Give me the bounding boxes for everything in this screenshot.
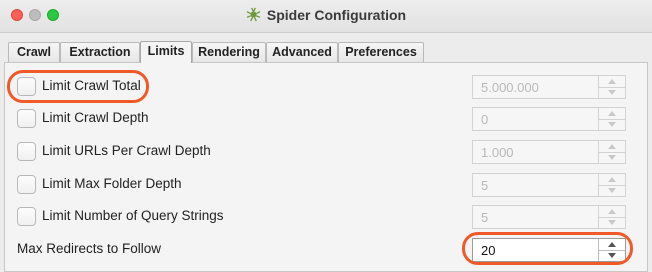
max-redirects-label: Max Redirects to Follow bbox=[17, 241, 162, 256]
limit-query-strings-label: Limit Number of Query Strings bbox=[42, 208, 224, 223]
limit-query-strings-checkbox[interactable] bbox=[17, 207, 36, 226]
increment-arrow-icon bbox=[608, 144, 616, 149]
limit-crawl-total-stepper bbox=[598, 76, 625, 98]
increment-arrow-icon bbox=[608, 111, 616, 116]
tab-limits[interactable]: Limits bbox=[140, 41, 192, 63]
tab-rendering[interactable]: Rendering bbox=[192, 42, 266, 62]
max-redirects-spinbox[interactable]: 20 bbox=[472, 238, 626, 262]
limit-query-strings-row: Limit Number of Query Strings 5 bbox=[0, 201, 652, 233]
tab-preferences[interactable]: Preferences bbox=[338, 42, 424, 62]
limit-urls-per-depth-stepper bbox=[598, 141, 625, 163]
limit-max-folder-depth-row: Limit Max Folder Depth 5 bbox=[0, 169, 652, 201]
max-redirects-stepper bbox=[598, 239, 625, 261]
limit-crawl-total-spinbox[interactable]: 5.000.000 bbox=[472, 75, 626, 99]
limit-urls-per-depth-value: 1.000 bbox=[481, 145, 514, 160]
limit-urls-per-depth-checkbox[interactable] bbox=[17, 142, 36, 161]
limit-crawl-total-checkbox[interactable] bbox=[17, 77, 36, 96]
limit-query-strings-stepper bbox=[598, 206, 625, 228]
increment-arrow-icon bbox=[608, 209, 616, 214]
window-title: Spider Configuration bbox=[266, 7, 407, 23]
limit-max-folder-depth-stepper bbox=[598, 174, 625, 196]
window-titlebar: Spider Configuration bbox=[0, 0, 652, 33]
limit-max-folder-depth-label: Limit Max Folder Depth bbox=[42, 176, 182, 191]
max-redirects-row: Max Redirects to Follow 20 bbox=[0, 234, 652, 266]
limit-crawl-total-value: 5.000.000 bbox=[481, 80, 539, 95]
increment-arrow-icon[interactable] bbox=[608, 242, 616, 247]
limit-max-folder-depth-value: 5 bbox=[481, 178, 489, 193]
tab-advanced[interactable]: Advanced bbox=[266, 42, 338, 62]
limit-urls-per-depth-label: Limit URLs Per Crawl Depth bbox=[42, 143, 211, 158]
limit-urls-per-depth-row: Limit URLs Per Crawl Depth 1.000 bbox=[0, 136, 652, 168]
limit-max-folder-depth-spinbox[interactable]: 5 bbox=[472, 173, 626, 197]
decrement-arrow-icon bbox=[608, 220, 616, 225]
limit-crawl-depth-stepper bbox=[598, 108, 625, 130]
decrement-arrow-icon bbox=[608, 90, 616, 95]
window-title-wrap: Spider Configuration bbox=[0, 7, 652, 25]
tab-extraction[interactable]: Extraction bbox=[60, 42, 140, 62]
limit-crawl-depth-row: Limit Crawl Depth 0 bbox=[0, 103, 652, 135]
tab-crawl[interactable]: Crawl bbox=[8, 42, 60, 62]
limit-crawl-depth-spinbox[interactable]: 0 bbox=[472, 107, 626, 131]
limit-query-strings-spinbox[interactable]: 5 bbox=[472, 205, 626, 229]
limit-query-strings-value: 5 bbox=[481, 210, 489, 225]
limit-max-folder-depth-checkbox[interactable] bbox=[17, 175, 36, 194]
decrement-arrow-icon bbox=[608, 188, 616, 193]
max-redirects-value: 20 bbox=[481, 243, 496, 258]
increment-arrow-icon bbox=[608, 79, 616, 84]
spider-icon bbox=[246, 7, 261, 25]
limit-crawl-depth-value: 0 bbox=[481, 112, 489, 127]
limit-crawl-depth-label: Limit Crawl Depth bbox=[42, 110, 149, 125]
limit-crawl-depth-checkbox[interactable] bbox=[17, 109, 36, 128]
limit-crawl-total-row: Limit Crawl Total 5.000.000 bbox=[0, 71, 652, 103]
increment-arrow-icon bbox=[608, 177, 616, 182]
limit-urls-per-depth-spinbox[interactable]: 1.000 bbox=[472, 140, 626, 164]
decrement-arrow-icon[interactable] bbox=[608, 253, 616, 258]
decrement-arrow-icon bbox=[608, 122, 616, 127]
decrement-arrow-icon bbox=[608, 155, 616, 160]
limit-crawl-total-label: Limit Crawl Total bbox=[42, 78, 141, 93]
